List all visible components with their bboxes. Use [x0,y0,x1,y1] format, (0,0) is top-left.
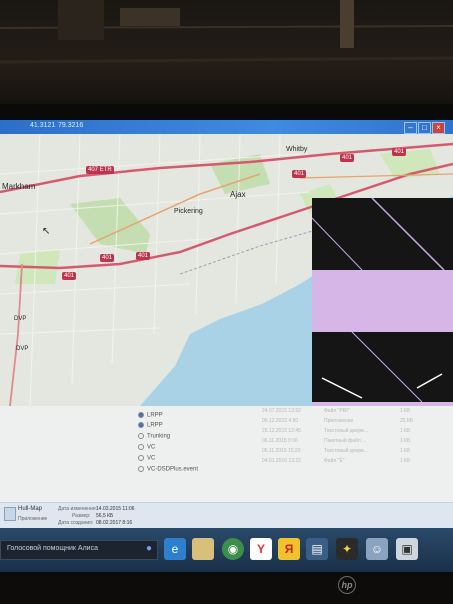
highway-shield-401: 401 [136,252,151,260]
file-size: 1 КБ [400,458,411,464]
map-label-ajax: Ajax [230,190,246,199]
tree-item[interactable]: Trunking [138,433,170,442]
radio-icon [138,455,144,461]
dsd-icon[interactable]: ✦ [336,538,358,560]
radio-icon [138,444,144,450]
highway-shield-401: 401 [340,154,355,162]
tree-item[interactable]: VC [138,455,155,464]
shelf-lines [0,0,453,64]
status-left: 41.3121 [30,122,56,129]
room-background [0,0,453,120]
app-file-icon [4,507,16,521]
maximize-button[interactable]: □ [418,122,431,134]
file-size: 1 КБ [400,428,411,434]
chrome-icon[interactable]: ◉ [222,538,244,560]
radio-icon [138,466,144,472]
file-type: Текстовый докум... [324,448,368,454]
map-label-whitby: Whitby [286,146,308,153]
highway-shield-407: 407 ETR [86,166,114,174]
tree-item[interactable]: LRPP [138,422,163,431]
minimize-button[interactable]: – [404,122,417,134]
ie-icon[interactable]: e [164,538,186,560]
radio-icon [138,422,144,428]
details-size-label: Размер: [72,513,91,519]
voice-assistant-search[interactable]: Голосовой помощник Алиса [0,540,158,560]
details-created-value: 08.02.2017 8:16 [96,520,133,526]
status-right: 79.3216 [58,122,84,129]
search-text: Голосовой помощник Алиса [7,545,98,552]
taskbar: Голосовой помощник Алиса ● e ◉ Y Я ▤ ✦ ☺… [0,528,453,572]
video-window[interactable] [311,197,453,414]
file-date: 04.01.2016 13:22 [262,458,301,464]
yandex-icon[interactable]: Y [250,538,272,560]
file-size: 1 КБ [400,438,411,444]
details-size-value: 56,5 КБ [96,513,114,519]
file-date: 06.11.2015 9:06 [262,438,298,444]
hp-logo: hp [338,576,356,594]
window-titlebar: 41.3121 79.3216 – □ × [0,120,453,134]
file-date: 25.12.2015 12:45 [262,428,301,434]
file-type: Пакетный файл ... [324,438,367,444]
details-modified-label: Дата изменения: [58,506,97,512]
radio-icon [138,433,144,439]
file-date: 05.12.2015 4:50 [262,418,299,424]
file-size: 1 КБ [400,448,411,454]
details-name: Hull-Map [18,506,43,512]
highway-shield-401: 401 [62,272,77,280]
details-pane: Hull-Map Приложение Дата изменения: 14.0… [0,502,453,529]
folder-icon[interactable] [192,538,214,560]
map-label-pickering: Pickering [174,208,203,215]
map-label-dvp-1: DVP [14,316,27,322]
close-button[interactable]: × [432,122,445,134]
tree-item[interactable]: VC [138,444,155,453]
highway-shield-401: 401 [392,148,407,156]
mouse-cursor-icon: ↖ [42,226,51,237]
file-size: 1 КБ [400,408,411,414]
radio-icon [138,412,144,418]
details-kind: Приложение [18,516,48,522]
details-modified-value: 14.03.2015 11:06 [96,506,135,512]
file-date: 24.07.2015 13:52 [262,408,301,414]
screen: 41.3121 79.3216 – □ × Markham Whitby Aja… [0,120,453,572]
tree-item[interactable]: VC-DSDPlus.event [138,466,198,475]
tree-item[interactable]: LRPP [138,412,163,421]
photo-icon[interactable]: ☺ [366,538,388,560]
details-created-label: Дата создания: [58,520,94,526]
signal-display [311,197,453,414]
yandex-browser-icon[interactable]: Я [278,538,300,560]
mic-icon[interactable]: ● [138,538,160,560]
highway-shield-401: 401 [100,254,115,262]
file-size: 25 КБ [400,418,414,424]
map-label-dvp-2: DVP [16,346,29,352]
file-type: Текстовый докум... [324,428,368,434]
file-type: Файл "E" [324,458,345,464]
file-date: 06.11.2015 15:23 [262,448,301,454]
file-type: Файл "PRI" [324,408,350,414]
map-label-markham: Markham [2,182,36,191]
app-icon[interactable]: ▣ [396,538,418,560]
file-type: Приложение [324,418,354,424]
highway-shield-401: 401 [292,170,307,178]
media-icon[interactable]: ▤ [306,538,328,560]
